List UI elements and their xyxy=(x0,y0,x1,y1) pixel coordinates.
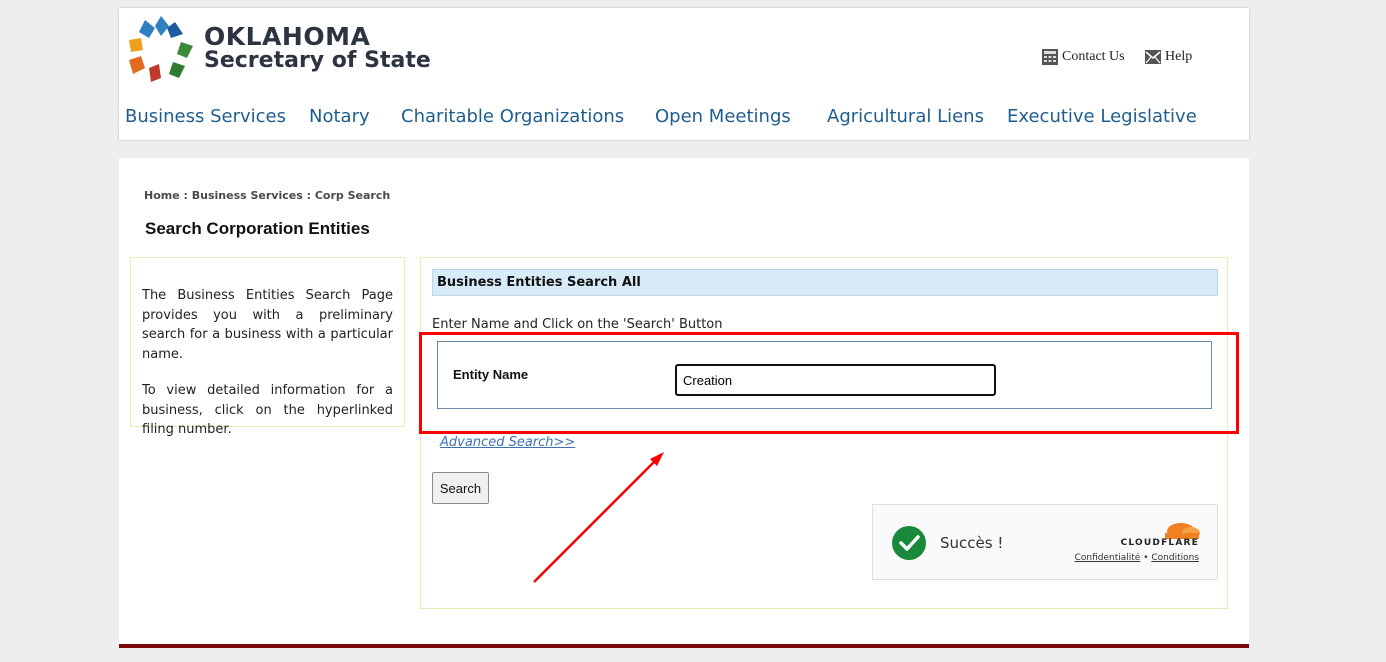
contact-us-label: Contact Us xyxy=(1062,49,1125,64)
breadcrumb-current: Corp Search xyxy=(314,189,391,202)
breadcrumb-business-services[interactable]: Business Services xyxy=(192,189,303,202)
footer-bar xyxy=(119,644,1249,648)
entity-name-label: Entity Name xyxy=(453,367,529,382)
terms-link[interactable]: Conditions xyxy=(1151,553,1199,563)
contact-us-link[interactable]: Contact Us xyxy=(1041,48,1125,66)
captcha-links: Confidentialité • Conditions xyxy=(1075,553,1199,563)
breadcrumb: Home : Business Services : Corp Search xyxy=(144,189,390,202)
contact-icon xyxy=(1042,49,1058,65)
page-title: Search Corporation Entities xyxy=(145,219,370,238)
site-header: OKLAHOMA Secretary of State Contact Us H… xyxy=(119,8,1249,140)
nav-agricultural-liens[interactable]: Agricultural Liens xyxy=(827,106,984,127)
search-panel-header: Business Entities Search All xyxy=(432,269,1218,296)
entity-name-row: Entity Name xyxy=(437,341,1212,409)
help-label: Help xyxy=(1165,49,1193,64)
logo-subtitle: Secretary of State xyxy=(204,48,431,73)
entity-name-input[interactable] xyxy=(675,364,996,396)
logo-title: OKLAHOMA xyxy=(204,22,371,51)
breadcrumb-separator: : xyxy=(302,189,315,202)
privacy-link[interactable]: Confidentialité xyxy=(1075,553,1141,563)
captcha-status: Succès ! xyxy=(940,534,1004,552)
nav-executive-legislative[interactable]: Executive Legislative xyxy=(1007,106,1197,127)
help-link[interactable]: Help xyxy=(1144,48,1192,66)
help-envelope-icon xyxy=(1145,50,1161,64)
nav-charitable-organizations[interactable]: Charitable Organizations xyxy=(401,106,624,127)
main-nav: Business Services Notary Charitable Orga… xyxy=(119,106,1249,130)
logo-star-icon[interactable] xyxy=(125,16,195,86)
search-button[interactable]: Search xyxy=(432,472,489,504)
nav-notary[interactable]: Notary xyxy=(309,106,370,127)
advanced-search-link[interactable]: Advanced Search>> xyxy=(440,435,575,450)
info-paragraph: The Business Entities Search Page provid… xyxy=(142,288,393,362)
breadcrumb-home[interactable]: Home xyxy=(144,189,180,202)
cloudflare-cloud-icon xyxy=(1165,523,1200,539)
cloudflare-captcha[interactable]: Succès ! CLOUDFLARE Confidentialité • Co… xyxy=(872,504,1218,580)
breadcrumb-separator: : xyxy=(179,189,192,202)
nav-open-meetings[interactable]: Open Meetings xyxy=(655,106,791,127)
search-instruction: Enter Name and Click on the 'Search' But… xyxy=(432,317,723,332)
checkmark-icon xyxy=(892,526,926,560)
info-panel: The Business Entities Search Page provid… xyxy=(130,257,405,437)
info-paragraph: To view detailed information for a busin… xyxy=(142,383,393,437)
cloudflare-brand: CLOUDFLARE xyxy=(1120,538,1199,548)
link-separator: • xyxy=(1140,553,1152,563)
main-content: Home : Business Services : Corp Search S… xyxy=(119,158,1249,644)
nav-business-services[interactable]: Business Services xyxy=(125,106,286,127)
search-panel: Business Entities Search All Enter Name … xyxy=(420,257,1228,609)
